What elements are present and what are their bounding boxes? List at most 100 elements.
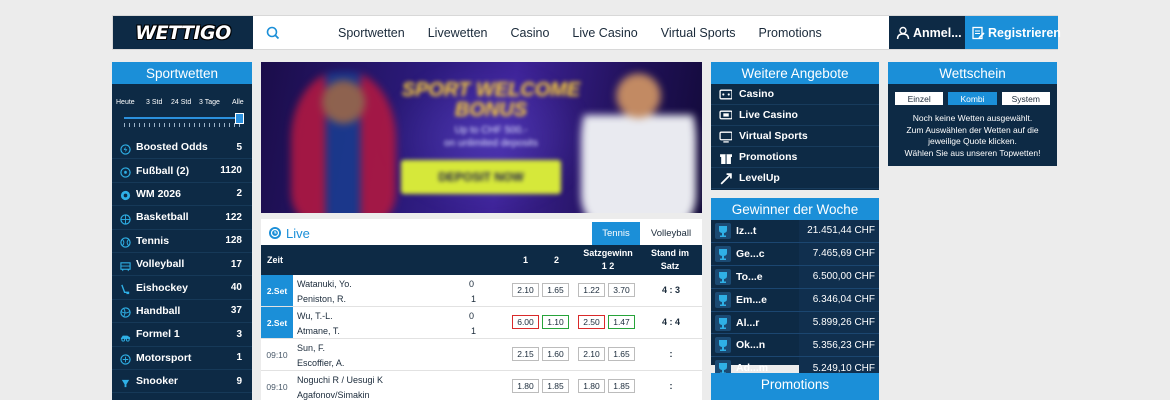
nav-promotions[interactable]: Promotions (759, 26, 822, 40)
ice-hockey-icon (120, 282, 131, 295)
sidebar-item-soccer-ball[interactable]: Fußball (2) 1120 (112, 159, 252, 183)
odds-button[interactable]: 1.47 (608, 315, 635, 329)
sport-list: Boosted Odds 5 Fußball (2) 1120 WM 2026 2 Bask… (112, 136, 252, 394)
sidebar-item-count: 40 (230, 282, 242, 294)
match-time: 09:10 (266, 349, 288, 360)
logo-text: WETTIGO (135, 21, 231, 44)
offer-list: Casino Live Casino Virtual Sports Promotion… (711, 84, 879, 189)
offer-item-casino[interactable]: Casino (711, 84, 879, 105)
winner-amount: 6.346,04 CHF (799, 288, 879, 311)
sidebar-item-formula1[interactable]: Formel 1 3 (112, 323, 252, 347)
betslip-tab-kombi[interactable]: Kombi (948, 92, 997, 105)
live-title: Live (286, 226, 310, 241)
winner-amount: 6.500,00 CHF (799, 265, 879, 288)
deposit-now-button[interactable]: DEPOSIT NOW (401, 160, 561, 194)
betslip-tab-einzel[interactable]: Einzel (895, 92, 944, 105)
odds-button[interactable]: 2.15 (512, 347, 539, 361)
nav-sportwetten[interactable]: Sportwetten (338, 26, 405, 40)
nav-casino[interactable]: Casino (510, 26, 549, 40)
sidebar-item-handball[interactable]: Handball 37 (112, 300, 252, 324)
sidebar-item-label: Fußball (2) (136, 164, 190, 177)
sidebar-item-count: 1120 (220, 165, 242, 177)
sidebar-item-motorsport[interactable]: Motorsport 1 (112, 347, 252, 370)
sidebar-item-label: Basketball (136, 211, 189, 224)
offer-item-virtual-sports[interactable]: Virtual Sports (711, 126, 879, 147)
slider-ticks (124, 123, 240, 127)
time-filter-heute[interactable]: Heute (116, 99, 135, 106)
odds-button[interactable]: 1.85 (608, 379, 635, 393)
basketball-icon (120, 212, 131, 225)
promotions-panel[interactable]: Promotions (711, 373, 879, 400)
odds-button[interactable]: 1.80 (578, 379, 605, 393)
login-button[interactable]: Anmel... (889, 16, 965, 49)
winner-row: Iz...t 21.451,44 CHF (711, 220, 879, 243)
offer-item-levelup[interactable]: LevelUp (711, 168, 879, 189)
winners-title: Gewinner der Woche (711, 198, 879, 220)
match-row[interactable]: 09:10 Sun, F. Escoffier, A. 2.15 1.60 2.10 1.6… (261, 339, 702, 371)
sidebar-item-basketball[interactable]: Basketball 122 (112, 206, 252, 230)
offer-label: Casino (739, 88, 775, 100)
set-score-1: 0 (469, 279, 475, 289)
match-row[interactable]: 2.Set Wu, T.-L. Atmane, T. 0 1 6.00 1.10 2.50 1.… (261, 307, 702, 339)
winner-amount: 5.356,23 CHF (799, 334, 879, 357)
login-label: Anmel... (913, 25, 962, 40)
trophy-avatar-icon (715, 291, 731, 308)
virtual-sports-icon (719, 130, 739, 143)
col-set-winner: Satzgewinn (583, 248, 633, 258)
odds-button[interactable]: 2.10 (578, 347, 605, 361)
time-filter-3std[interactable]: 3 Std (146, 99, 162, 106)
sidebar-item-boost[interactable]: Boosted Odds 5 (112, 136, 252, 160)
promo-banner[interactable]: SPORT WELCOME BONUS Up to CHF 500.- on u… (261, 62, 702, 213)
betslip-tab-system[interactable]: System (1001, 92, 1050, 105)
match-list: 2.Set Watanuki, Yo. Peniston, R. 0 1 2.10 1.65… (261, 275, 702, 400)
winner-name: Al...r (736, 316, 760, 329)
betslip-empty-message: Noch keine Wetten ausgewählt. Zum Auswäh… (888, 113, 1057, 159)
more-offers-panel: Weitere Angebote Casino Live Casino Virtua… (711, 62, 879, 190)
winner-name: Ge...c (736, 247, 765, 260)
odds-button[interactable]: 2.50 (578, 315, 605, 329)
logo[interactable]: WETTIGO (113, 16, 253, 49)
odds-button[interactable]: 1.65 (608, 347, 635, 361)
register-button[interactable]: Registrieren (965, 16, 1061, 49)
betslip-empty-line3: jeweilige Quote klicken. (928, 136, 1017, 146)
offer-item-gift[interactable]: Promotions (711, 147, 879, 168)
live-header: Live Tennis Volleyball (261, 219, 702, 245)
odds-button[interactable]: 1.60 (542, 347, 569, 361)
time-filter-slider[interactable] (124, 113, 244, 127)
banner-player-left (291, 72, 396, 213)
offer-item-live-casino[interactable]: Live Casino (711, 105, 879, 126)
time-filter-alle[interactable]: Alle (232, 99, 244, 106)
sidebar-item-count: 9 (236, 375, 242, 387)
slider-handle[interactable] (235, 113, 244, 124)
nav-live-casino[interactable]: Live Casino (572, 26, 637, 40)
casino-icon (719, 88, 739, 101)
sidebar-item-tennis[interactable]: Tennis 128 (112, 230, 252, 253)
odds-button[interactable]: 1.10 (542, 315, 569, 329)
sidebar-item-snooker[interactable]: Snooker 9 (112, 370, 252, 394)
match-time: 09:10 (266, 381, 288, 392)
sidebar-item-ice-hockey[interactable]: Eishockey 40 (112, 276, 252, 300)
player-2: Atmane, T. (297, 326, 340, 336)
nav-livewetten[interactable]: Livewetten (428, 26, 488, 40)
col-set-winner-sub: 1 2 (601, 261, 615, 271)
time-filter-3tage[interactable]: 3 Tage (199, 99, 220, 106)
odds-button[interactable]: 1.22 (578, 283, 605, 297)
match-row[interactable]: 2.Set Watanuki, Yo. Peniston, R. 0 1 2.10 1.65… (261, 275, 702, 307)
odds-button[interactable]: 3.70 (608, 283, 635, 297)
odds-button[interactable]: 1.65 (542, 283, 569, 297)
odds-button[interactable]: 6.00 (512, 315, 539, 329)
search-icon[interactable] (263, 23, 283, 43)
match-time: 2.Set (261, 275, 293, 306)
odds-button[interactable]: 1.80 (512, 379, 539, 393)
nav-virtual-sports[interactable]: Virtual Sports (661, 26, 736, 40)
match-row[interactable]: 09:10 Noguchi R / Uesugi K Agafonov/Simaki… (261, 371, 702, 400)
col-status-sub: Satz (660, 261, 680, 271)
sidebar-item-label: Motorsport (136, 351, 192, 364)
sidebar-item-world-cup[interactable]: WM 2026 2 (112, 183, 252, 207)
tab-volleyball[interactable]: Volleyball (641, 222, 701, 245)
tab-tennis[interactable]: Tennis (592, 222, 640, 245)
odds-button[interactable]: 2.10 (512, 283, 539, 297)
time-filter-24std[interactable]: 24 Std (171, 99, 191, 106)
odds-button[interactable]: 1.85 (542, 379, 569, 393)
sidebar-item-volleyball[interactable]: Volleyball 17 (112, 253, 252, 277)
